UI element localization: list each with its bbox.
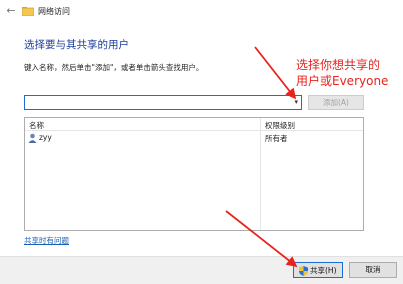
uac-shield-icon <box>299 266 308 276</box>
annotation-text: 选择你想共享的 用户或Everyone <box>296 57 396 89</box>
add-button[interactable]: 添加(A) <box>308 95 364 110</box>
user-input[interactable] <box>27 97 287 108</box>
network-folder-icon <box>22 7 34 16</box>
instruction-text: 键入名称，然后单击"添加"，或者单击箭头查找用户。 <box>24 63 204 72</box>
title-bar: ← 网络访问 <box>0 0 403 24</box>
annotation-line-1: 选择你想共享的 <box>296 58 381 72</box>
page-heading: 选择要与其共享的用户 <box>24 39 129 51</box>
help-link[interactable]: 共享时有问题 <box>24 235 69 246</box>
window-title: 网络访问 <box>38 7 70 16</box>
user-combobox[interactable]: ▾ <box>24 95 302 110</box>
share-button-label: 共享(H) <box>310 266 337 275</box>
chevron-down-icon[interactable]: ▾ <box>294 97 298 108</box>
share-button[interactable]: 共享(H) <box>293 262 343 278</box>
user-list[interactable]: 名称 权限级别 zyy 所有者 <box>24 117 364 231</box>
column-header-name[interactable]: 名称 <box>29 120 44 131</box>
cancel-button[interactable]: 取消 <box>349 262 397 278</box>
back-arrow-icon[interactable]: ← <box>4 4 18 18</box>
table-row[interactable]: zyy 所有者 <box>25 132 363 144</box>
permission-level[interactable]: 所有者 <box>265 133 288 144</box>
list-header: 名称 权限级别 <box>25 118 363 131</box>
user-name: zyy <box>39 133 52 142</box>
arrow-to-dropdown <box>254 46 297 100</box>
user-icon <box>28 133 37 143</box>
annotation-line-2: 用户或Everyone <box>296 74 389 88</box>
column-header-permission[interactable]: 权限级别 <box>265 120 295 131</box>
